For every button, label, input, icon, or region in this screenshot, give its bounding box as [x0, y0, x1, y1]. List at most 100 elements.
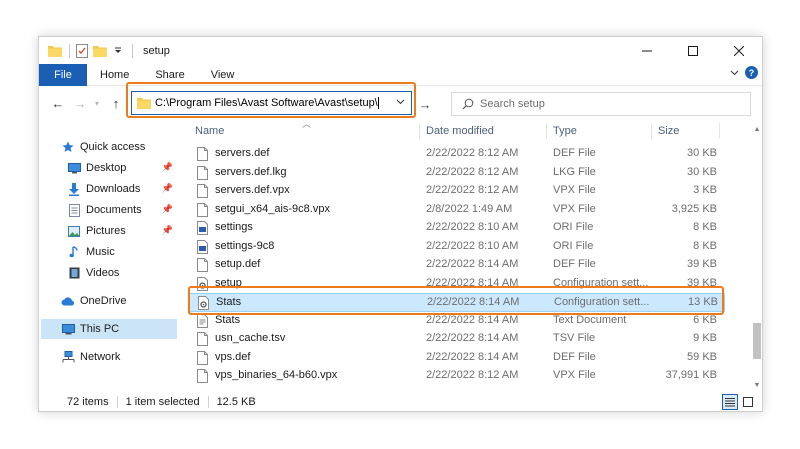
tab-view[interactable]: View: [198, 64, 248, 86]
up-button[interactable]: ↑: [105, 92, 127, 114]
minimize-icon: [642, 50, 652, 51]
properties-icon[interactable]: [74, 43, 90, 59]
music-icon: [67, 245, 81, 259]
close-button[interactable]: [716, 37, 762, 64]
sidebar-item-label: This PC: [80, 323, 120, 335]
table-row[interactable]: servers.def 2/22/2022 8:12 AM DEF File 30 K…: [189, 145, 725, 164]
help-button[interactable]: ?: [745, 66, 758, 79]
forward-button[interactable]: →: [69, 92, 91, 114]
table-row[interactable]: vps.def 2/22/2022 8:14 AM DEF File 59 KB: [189, 349, 725, 368]
pin-icon[interactable]: 📌: [162, 225, 173, 236]
minimize-button[interactable]: [624, 37, 670, 64]
column-divider[interactable]: [419, 123, 420, 139]
sidebar-item-desktop[interactable]: Desktop 📌: [67, 158, 177, 178]
file-date-modified: 2/22/2022 8:14 AM: [426, 276, 519, 289]
pin-icon[interactable]: 📌: [162, 204, 173, 215]
column-divider[interactable]: [651, 123, 652, 139]
table-row[interactable]: settings-9c8 2/22/2022 8:10 AM ORI File 8 K…: [189, 238, 725, 257]
address-bar[interactable]: C:\Program Files\Avast Software\Avast\se…: [131, 91, 412, 115]
toolbar-separator: [69, 43, 70, 58]
search-box[interactable]: Search setup: [451, 92, 751, 116]
recent-locations-button[interactable]: ▾: [91, 92, 103, 114]
window-controls: [624, 37, 762, 64]
table-row[interactable]: servers.def.vpx 2/22/2022 8:12 AM VPX File…: [189, 182, 725, 201]
scroll-down-icon[interactable]: ▼: [751, 379, 763, 391]
column-header-date[interactable]: Date modified: [426, 125, 494, 137]
tab-home[interactable]: Home: [87, 64, 142, 86]
go-button[interactable]: →: [417, 96, 433, 112]
pin-icon[interactable]: 📌: [162, 183, 173, 194]
sidebar-item-downloads[interactable]: Downloads 📌: [67, 179, 177, 199]
table-row[interactable]: servers.def.lkg 2/22/2022 8:12 AM LKG File…: [189, 164, 725, 183]
customize-dropdown-icon[interactable]: [110, 43, 126, 59]
sidebar-item-this-pc[interactable]: This PC: [41, 319, 177, 339]
sidebar-item-label: Network: [80, 351, 121, 363]
vertical-scrollbar[interactable]: ▲ ▼: [751, 123, 763, 391]
file-icon: [197, 369, 209, 383]
tab-file[interactable]: File: [39, 63, 87, 86]
item-count: 72 items: [67, 396, 109, 408]
scroll-up-icon[interactable]: ▲: [751, 123, 763, 135]
table-row[interactable]: vps_binaries_64-b60.vpx 2/22/2022 8:12 AM…: [189, 367, 725, 386]
column-header-type[interactable]: Type: [553, 125, 577, 137]
file-type: DEF File: [553, 258, 596, 270]
sidebar-item-quick-access[interactable]: Quick access: [61, 137, 177, 157]
file-explorer-window: setup File Home Share View ? ← → ▾ ↑ C:\…: [38, 36, 763, 412]
column-divider[interactable]: [546, 123, 547, 139]
search-icon: [462, 98, 474, 110]
new-folder-icon[interactable]: [92, 43, 108, 59]
address-dropdown-icon[interactable]: [396, 96, 405, 108]
table-row[interactable]: settings 2/22/2022 8:10 AM ORI File 8 KB: [189, 219, 725, 238]
file-name: servers.def.lkg: [215, 165, 287, 178]
file-name: settings: [215, 221, 253, 233]
large-icons-view-button[interactable]: [740, 394, 756, 410]
expand-ribbon-icon[interactable]: [730, 67, 739, 79]
cloud-icon: [61, 294, 75, 308]
column-header-name[interactable]: Name: [195, 125, 224, 137]
tab-share[interactable]: Share: [142, 64, 197, 86]
table-row[interactable]: setup.def 2/22/2022 8:14 AM DEF File 39 KB: [189, 256, 725, 275]
folder-icon: [137, 97, 151, 109]
column-header-size[interactable]: Size: [658, 125, 679, 137]
file-type: Text Document: [553, 313, 627, 326]
file-name: Stats: [216, 296, 242, 308]
file-date-modified: 2/22/2022 8:14 AM: [427, 296, 520, 308]
ribbon-tabs: File Home Share View ?: [39, 63, 762, 86]
sidebar-item-onedrive[interactable]: OneDrive: [61, 291, 177, 311]
file-size: 6 KB: [693, 313, 717, 326]
file-name: servers.def.vpx: [215, 184, 290, 196]
sidebar-item-network[interactable]: Network: [61, 347, 177, 367]
pin-icon[interactable]: 📌: [162, 162, 173, 173]
arrow-right-icon: →: [73, 95, 87, 111]
sidebar-item-label: Videos: [86, 267, 120, 279]
file-date-modified: 2/22/2022 8:10 AM: [426, 239, 519, 252]
selection-size: 12.5 KB: [216, 396, 256, 408]
sidebar-item-documents[interactable]: Documents 📌: [67, 200, 177, 220]
navigation-pane: Quick access Desktop 📌 Downloads 📌 Docum…: [39, 121, 179, 391]
file-date-modified: 2/22/2022 8:12 AM: [426, 165, 519, 178]
column-headers: ︿ Name Date modified Type Size: [189, 121, 749, 141]
table-row[interactable]: Stats 2/22/2022 8:14 AM Text Document 6 KB: [189, 312, 725, 331]
table-row[interactable]: setgui_x64_ais-9c8.vpx 2/8/2022 1:49 AM VP…: [189, 201, 725, 220]
sidebar-item-videos[interactable]: Videos: [67, 263, 177, 283]
settings-file-icon: [197, 221, 209, 235]
table-row[interactable]: usn_cache.tsv 2/22/2022 8:14 AM TSV File 9 …: [189, 330, 725, 349]
maximize-button[interactable]: [670, 37, 716, 64]
file-type: TSV File: [553, 332, 596, 344]
toolbar-separator: [132, 43, 133, 58]
scrollbar-thumb[interactable]: [753, 323, 761, 359]
table-row[interactable]: setup 2/22/2022 8:14 AM Configuration sett…: [189, 275, 725, 294]
back-button[interactable]: ←: [47, 92, 69, 114]
file-date-modified: 2/22/2022 8:14 AM: [426, 350, 519, 363]
file-type: LKG File: [553, 165, 596, 178]
file-date-modified: 2/22/2022 8:12 AM: [426, 184, 519, 196]
sidebar-item-pictures[interactable]: Pictures 📌: [67, 221, 177, 241]
file-date-modified: 2/22/2022 8:14 AM: [426, 332, 519, 344]
details-view-button[interactable]: [722, 394, 738, 410]
address-text[interactable]: C:\Program Files\Avast Software\Avast\se…: [155, 97, 379, 110]
file-icon: [197, 147, 209, 161]
file-size: 9 KB: [693, 332, 717, 344]
column-divider[interactable]: [719, 123, 720, 139]
table-row[interactable]: Stats 2/22/2022 8:14 AM Configuration sett…: [189, 293, 725, 312]
sidebar-item-music[interactable]: Music: [67, 242, 177, 262]
